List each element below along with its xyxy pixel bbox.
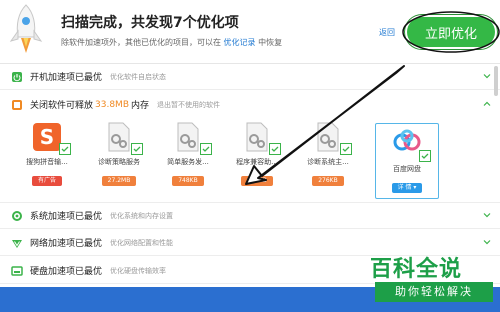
watermark-logo: 百科全说 助你轻松解决 — [370, 251, 498, 307]
watermark-title: 百科全说 — [370, 257, 463, 282]
watermark-subtitle: 助你轻松解决 — [375, 282, 493, 302]
